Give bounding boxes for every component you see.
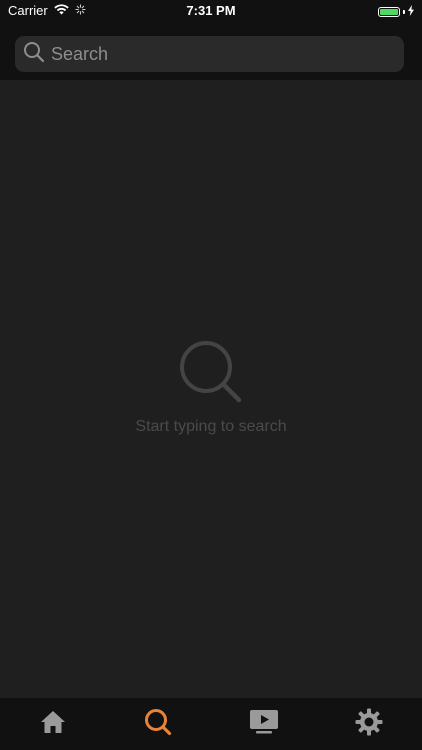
tab-videos[interactable] [211, 698, 317, 750]
tab-settings[interactable] [317, 698, 422, 750]
battery-level [380, 8, 398, 15]
status-bar: Carrier 7:31 PM [0, 0, 422, 22]
status-right [378, 4, 414, 19]
home-icon [40, 710, 66, 739]
search-icon [144, 708, 172, 741]
play-icon [249, 709, 279, 740]
search-input[interactable] [51, 43, 381, 65]
battery-icon [378, 6, 400, 17]
tab-home[interactable] [0, 698, 106, 750]
gear-icon [355, 708, 383, 741]
search-bar[interactable] [15, 36, 404, 72]
search-results-area: Start typing to search [0, 80, 422, 698]
search-icon [23, 41, 45, 68]
app-screen: Carrier 7:31 PM Search Start typing to s… [0, 0, 422, 750]
battery-cap [403, 9, 405, 14]
status-time: 7:31 PM [186, 3, 236, 18]
empty-state-message: Start typing to search [135, 418, 287, 435]
search-header [0, 22, 422, 80]
charging-bolt-icon [408, 4, 414, 19]
empty-state: Start typing to search [0, 340, 422, 436]
empty-search-icon [179, 340, 243, 404]
tab-bar [0, 698, 422, 750]
tab-search[interactable] [106, 698, 212, 750]
